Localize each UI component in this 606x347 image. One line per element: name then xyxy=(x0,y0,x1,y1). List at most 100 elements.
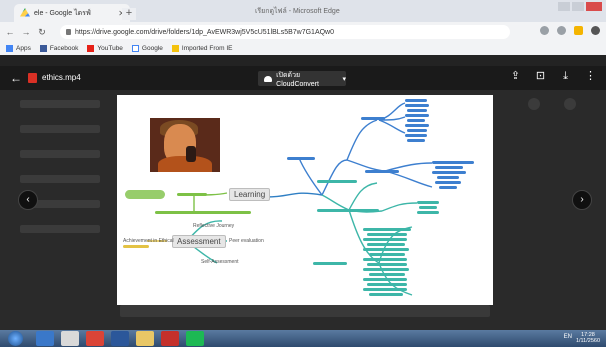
mindmap-node xyxy=(432,161,474,164)
mindmap-node xyxy=(405,124,429,127)
mindmap-node xyxy=(365,170,399,173)
bookmark-google[interactable]: Google xyxy=(131,45,163,52)
line-icon[interactable] xyxy=(186,331,204,346)
back-icon[interactable]: ← xyxy=(4,27,16,37)
mindmap-node xyxy=(317,209,379,212)
ie-icon[interactable] xyxy=(36,331,54,346)
mindmap-node xyxy=(363,278,407,281)
bookmark-youtube[interactable]: YouTube xyxy=(87,45,123,52)
mindmap-node xyxy=(417,211,439,214)
mindmap-node xyxy=(363,228,411,231)
mindmap-node xyxy=(437,176,459,179)
more-options-icon[interactable]: ⋮ xyxy=(585,71,596,82)
mindmap-node xyxy=(361,117,385,120)
star-icon[interactable] xyxy=(540,26,549,35)
system-tray[interactable]: EN xyxy=(564,334,572,340)
clock[interactable]: 17:28 1/11/2560 xyxy=(576,332,600,344)
mindmap-node xyxy=(123,245,149,248)
mindmap-node xyxy=(419,206,437,209)
bookmark-imported[interactable]: Imported From IE xyxy=(171,45,232,52)
node-reflective: Reflective Journey xyxy=(193,223,235,229)
mindmap-node xyxy=(405,104,429,107)
mindmap-node xyxy=(439,186,457,189)
mindmap-node xyxy=(405,114,429,117)
apps-icon xyxy=(6,45,13,52)
taskbar-apps xyxy=(36,331,204,346)
mindmap-node xyxy=(432,171,466,174)
mindmap-node xyxy=(367,233,407,236)
mindmap-node xyxy=(317,180,357,183)
viewer-tools: ⇪ ⊡ ⤓ ⋮ xyxy=(510,71,596,82)
video-player[interactable]: Learning Assessment Reflective Journey P… xyxy=(117,95,493,305)
add-to-drive-icon[interactable]: ⇪ xyxy=(510,71,521,82)
mindmap-node xyxy=(405,99,427,102)
node-self: Self-Assessment xyxy=(201,259,239,265)
close-window-button[interactable] xyxy=(586,2,602,11)
start-button[interactable] xyxy=(8,331,23,346)
tab-title: ele - Google ไดรฟ์ xyxy=(34,9,91,17)
mindmap-node xyxy=(369,293,403,296)
lock-icon xyxy=(66,29,71,35)
mindmap-node xyxy=(363,288,407,291)
browser-tabbar: ele - Google ไดรฟ์ ✕ + เรียกดูไฟล์ - Mic… xyxy=(0,0,606,22)
node-assessment: Assessment xyxy=(172,235,226,248)
explorer-icon[interactable] xyxy=(61,331,79,346)
window-title: เรียกดูไฟล์ - Microsoft Edge xyxy=(255,8,340,15)
mindmap-node xyxy=(155,211,251,214)
youtube-icon xyxy=(87,45,95,52)
pdf-icon[interactable] xyxy=(161,331,179,346)
mindmap-node xyxy=(177,193,207,196)
mindmap-node xyxy=(369,273,405,276)
viewer-toolbar: ← ethics.mp4 เปิดด้วย CloudConvert ▾ ⇪ ⊡… xyxy=(0,66,606,90)
popout-icon[interactable]: ⊡ xyxy=(535,71,546,82)
bookmark-facebook[interactable]: Facebook xyxy=(39,45,78,52)
window-controls xyxy=(558,2,602,11)
node-achievement: Achievement in Ethical xyxy=(123,238,174,244)
reload-icon[interactable]: ↻ xyxy=(36,27,48,38)
maximize-button[interactable] xyxy=(572,2,584,11)
extension-icon[interactable] xyxy=(557,26,566,35)
dropdown-icon: ▾ xyxy=(342,75,346,83)
mindmap-node xyxy=(363,268,409,271)
mindmap-node xyxy=(367,283,407,286)
webcam-overlay xyxy=(150,118,220,172)
browser-tab[interactable]: ele - Google ไดรฟ์ ✕ xyxy=(14,4,130,22)
mindmap-node xyxy=(435,166,463,169)
previous-file-button[interactable]: ‹ xyxy=(18,190,38,210)
bookmarks-bar: Apps Facebook YouTube Google Imported Fr… xyxy=(0,42,606,55)
chrome-icon[interactable] xyxy=(86,331,104,346)
info-icon xyxy=(564,98,576,110)
mindmap-node xyxy=(363,238,407,241)
mindmap-node xyxy=(405,134,427,137)
forward-icon[interactable]: → xyxy=(20,27,32,37)
word-icon[interactable] xyxy=(111,331,129,346)
open-with-button[interactable]: เปิดด้วย CloudConvert ▾ xyxy=(258,71,346,88)
next-file-button[interactable]: › xyxy=(572,190,592,210)
mindmap-node xyxy=(363,248,409,251)
extension-icons xyxy=(540,26,600,35)
node-learning: Learning xyxy=(229,188,271,201)
minimize-button[interactable] xyxy=(558,2,570,11)
menu-icon[interactable] xyxy=(591,26,600,35)
drive-file-row-dim xyxy=(120,305,490,317)
extension-icon-2[interactable] xyxy=(574,26,583,35)
back-arrow-icon[interactable]: ← xyxy=(10,71,22,85)
video-file-icon xyxy=(28,73,37,83)
file-name: ethics.mp4 xyxy=(42,73,81,82)
facebook-icon xyxy=(39,45,47,52)
new-tab-button[interactable]: + xyxy=(122,8,136,20)
folder-icon[interactable] xyxy=(136,331,154,346)
google-drive-icon xyxy=(20,8,30,17)
cloud-icon xyxy=(264,75,273,82)
mindmap-node xyxy=(407,119,425,122)
mindmap-node xyxy=(407,139,425,142)
mindmap-node xyxy=(125,190,165,199)
url-input[interactable]: https://drive.google.com/drive/folders/1… xyxy=(60,25,510,39)
folder-icon xyxy=(171,45,179,52)
mindmap-node xyxy=(369,253,405,256)
mindmap-node xyxy=(417,201,439,204)
mindmap-node xyxy=(367,263,407,266)
mindmap-node xyxy=(287,157,315,160)
bookmark-apps[interactable]: Apps xyxy=(6,45,31,52)
download-icon[interactable]: ⤓ xyxy=(560,71,571,82)
